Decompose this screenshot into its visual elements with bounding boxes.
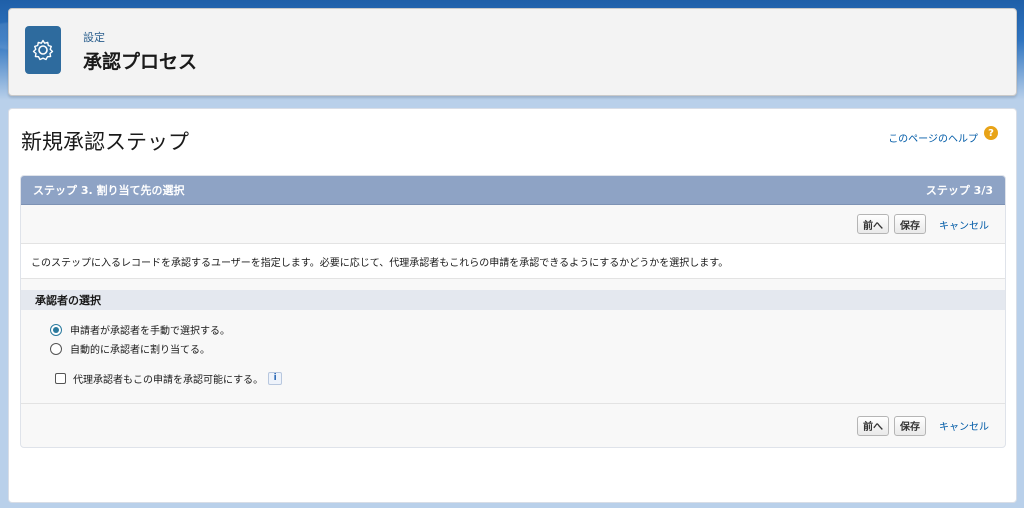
delegate-checkbox-row[interactable]: 代理承認者もこの申請を承認可能にする。 i bbox=[55, 369, 1005, 387]
delegate-checkbox[interactable] bbox=[55, 372, 66, 384]
delegate-checkbox-label: 代理承認者もこの申請を承認可能にする。 bbox=[73, 374, 264, 386]
top-button-row: 前へ 保存 キャンセル bbox=[21, 205, 1005, 243]
main-card: 新規承認ステップ このページのヘルプ ? ステップ 3. 割り当て先の選択 ステ… bbox=[8, 108, 1017, 503]
approver-section-title: 承認者の選択 bbox=[21, 290, 1005, 310]
radio-manual[interactable] bbox=[50, 323, 62, 336]
cancel-link[interactable]: キャンセル bbox=[939, 217, 989, 232]
radio-manual-label: 申請者が承認者を手動で選択する。 bbox=[70, 326, 230, 337]
approver-options: 申請者が承認者を手動で選択する。 自動的に承認者に割り当てる。 代理承認者もこの… bbox=[21, 310, 1005, 387]
step-description: このステップに入るレコードを承認するユーザーを指定します。必要に応じて、代理承認… bbox=[21, 243, 1005, 279]
step-title: ステップ 3. 割り当て先の選択 bbox=[33, 184, 185, 197]
setup-header: 設定 承認プロセス bbox=[8, 8, 1017, 96]
header-eyebrow: 設定 bbox=[83, 31, 105, 44]
info-icon[interactable]: i bbox=[268, 371, 283, 385]
radio-auto-label: 自動的に承認者に割り当てる。 bbox=[70, 345, 210, 356]
help-link[interactable]: このページのヘルプ bbox=[888, 130, 978, 145]
page-title: 新規承認ステップ bbox=[21, 130, 189, 154]
help-icon[interactable]: ? bbox=[984, 126, 998, 140]
header-title: 承認プロセス bbox=[83, 51, 198, 73]
step-header: ステップ 3. 割り当て先の選択 ステップ 3/3 bbox=[21, 176, 1005, 205]
gear-icon bbox=[25, 26, 61, 74]
cancel-link-bottom[interactable]: キャンセル bbox=[939, 418, 989, 433]
bottom-button-row: 前へ 保存 キャンセル bbox=[21, 403, 1005, 447]
previous-button[interactable]: 前へ bbox=[857, 214, 889, 234]
step-counter: ステップ 3/3 bbox=[925, 184, 993, 197]
previous-button-bottom[interactable]: 前へ bbox=[857, 415, 889, 436]
radio-auto[interactable] bbox=[50, 342, 62, 355]
save-button-bottom[interactable]: 保存 bbox=[894, 415, 926, 436]
step-panel: ステップ 3. 割り当て先の選択 ステップ 3/3 前へ 保存 キャンセル この… bbox=[20, 175, 1006, 448]
radio-option-manual[interactable]: 申請者が承認者を手動で選択する。 bbox=[50, 320, 1005, 339]
save-button[interactable]: 保存 bbox=[894, 214, 926, 234]
radio-option-auto[interactable]: 自動的に承認者に割り当てる。 bbox=[50, 339, 1005, 358]
